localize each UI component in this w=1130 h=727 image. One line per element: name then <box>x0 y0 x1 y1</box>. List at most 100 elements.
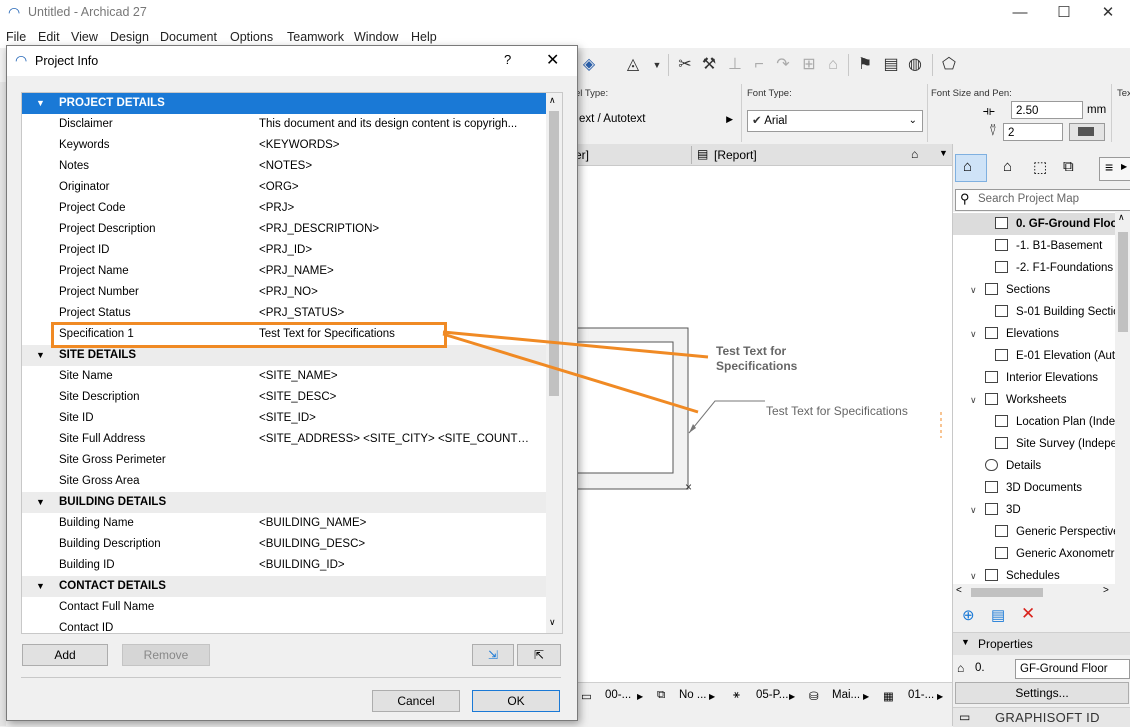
menu-view[interactable]: View <box>71 30 98 44</box>
close-icon[interactable]: ✕ <box>546 50 559 70</box>
status-item[interactable]: 01-... <box>908 689 934 701</box>
info-row[interactable]: Site ID <SITE_ID> <box>22 408 546 429</box>
import-button[interactable]: ⇲ <box>472 644 514 666</box>
info-row[interactable]: Notes <NOTES> <box>22 156 546 177</box>
info-row[interactable]: Project Code <PRJ> <box>22 198 546 219</box>
tree-item-details[interactable]: Details <box>953 455 1130 477</box>
label-plain[interactable]: Test Text for Specifications <box>766 404 908 418</box>
font-type-select[interactable]: ✔ Arial ⌄ <box>747 110 923 132</box>
close-window-button[interactable]: ✕ <box>1088 2 1128 24</box>
house-icon[interactable]: ⌂ <box>824 56 842 74</box>
tab-list-arrow-icon[interactable]: ▼ <box>939 148 948 158</box>
tree-hscrollbar[interactable]: < > <box>953 584 1130 600</box>
chevron-down-icon[interactable]: ∨ <box>970 323 977 345</box>
layer-icon[interactable]: ⬠ <box>940 56 958 74</box>
ok-button[interactable]: OK <box>472 690 560 712</box>
info-row-value[interactable]: <SITE_NAME> <box>259 366 531 387</box>
tree-item-foundations[interactable]: -2. F1-Foundations <box>953 257 1130 279</box>
prop-name-input[interactable]: GF-Ground Floor <box>1015 659 1130 679</box>
help-button[interactable]: ? <box>504 52 511 67</box>
info-row-value[interactable]: <PRJ_ID> <box>259 240 531 261</box>
info-row[interactable]: Building Description <BUILDING_DESC> <box>22 534 546 555</box>
info-row-value[interactable]: <BUILDING_NAME> <box>259 513 531 534</box>
section-header[interactable]: ▼ BUILDING DETAILS <box>22 492 546 513</box>
tree-scroll-thumb[interactable] <box>1118 232 1128 332</box>
info-row[interactable]: Originator <ORG> <box>22 177 546 198</box>
tree-item-site-survey[interactable]: Site Survey (Indeper <box>953 433 1130 455</box>
menu-file[interactable]: File <box>6 30 26 44</box>
status-item[interactable]: No ... <box>679 689 706 701</box>
scroll-down-icon[interactable]: ∨ <box>549 617 556 628</box>
add-button[interactable]: Add <box>22 644 108 666</box>
chevron-down-icon[interactable]: ∨ <box>970 499 977 521</box>
settings-button[interactable]: Settings... <box>955 682 1129 704</box>
info-row-value[interactable]: <PRJ_NAME> <box>259 261 531 282</box>
pen-color-swatch[interactable] <box>1069 123 1105 141</box>
scroll-left-icon[interactable]: < <box>956 585 962 596</box>
navigator-menu-button[interactable]: ≡ ▶ <box>1099 157 1130 181</box>
info-row[interactable]: Project Status <PRJ_STATUS> <box>22 303 546 324</box>
scissors-icon[interactable]: ✂ <box>676 56 694 74</box>
tree-item-s01[interactable]: S-01 Building Sectio <box>953 301 1130 323</box>
menu-help[interactable]: Help <box>411 30 437 44</box>
info-row[interactable]: Site Name <SITE_NAME> <box>22 366 546 387</box>
info-row-value[interactable]: <BUILDING_ID> <box>259 555 531 576</box>
status-item[interactable]: Mai... <box>832 689 860 701</box>
info-row-value[interactable]: <SITE_ADDRESS> <SITE_CITY> <SITE_COUNTY>… <box>259 429 531 450</box>
tree-item-basement[interactable]: -1. B1-Basement <box>953 235 1130 257</box>
menu-window[interactable]: Window <box>354 30 398 44</box>
menu-document[interactable]: Document <box>160 30 217 44</box>
collapse-triangle-icon[interactable]: ▼ <box>36 93 45 114</box>
tree-item-sections[interactable]: ∨ Sections <box>953 279 1130 301</box>
label-type-select[interactable]: ext / Autotext ▶ <box>575 110 737 128</box>
info-row-value[interactable]: <PRJ_STATUS> <box>259 303 531 324</box>
info-row-value[interactable]: This document and its design content is … <box>259 114 531 135</box>
info-row[interactable]: Site Gross Area <box>22 471 546 492</box>
tree-scrollbar[interactable]: ∧ <box>1115 212 1130 588</box>
collapse-triangle-icon[interactable]: ▼ <box>36 492 45 513</box>
info-row[interactable]: Building ID <BUILDING_ID> <box>22 555 546 576</box>
info-row[interactable]: Building Name <BUILDING_NAME> <box>22 513 546 534</box>
status-item[interactable]: 05-P... <box>756 689 788 701</box>
info-row-value[interactable]: <PRJ> <box>259 198 531 219</box>
scroll-right-icon[interactable]: > <box>1103 585 1109 596</box>
delete-icon[interactable]: ✕ <box>1021 604 1035 624</box>
menu-edit[interactable]: Edit <box>38 30 60 44</box>
scroll-up-icon[interactable]: ∧ <box>1118 212 1125 223</box>
info-row[interactable]: Contact Full Name <box>22 597 546 618</box>
document-icon[interactable]: ▤ <box>882 56 900 74</box>
info-row[interactable]: Contact ID <box>22 618 546 633</box>
elevate-icon[interactable]: ⊥ <box>726 56 744 74</box>
list-scrollbar[interactable]: ∧ ∨ <box>546 93 562 633</box>
info-row[interactable]: Project ID <PRJ_ID> <box>22 240 546 261</box>
tree-item-location-plan[interactable]: Location Plan (Inde <box>953 411 1130 433</box>
cancel-button[interactable]: Cancel <box>372 690 460 712</box>
curve-icon[interactable]: ↷ <box>774 56 792 74</box>
maximize-button[interactable]: ☐ <box>1044 2 1084 24</box>
collapse-triangle-icon[interactable]: ▼ <box>36 345 45 366</box>
tools-icon[interactable]: ⚒ <box>700 56 718 74</box>
menu-design[interactable]: Design <box>110 30 149 44</box>
collapse-triangle-icon[interactable]: ▼ <box>36 576 45 597</box>
add-view-icon[interactable]: ⊕ <box>962 606 975 624</box>
tree-item-elevations[interactable]: ∨ Elevations <box>953 323 1130 345</box>
section-header[interactable]: ▼ CONTACT DETAILS <box>22 576 546 597</box>
list-scroll-thumb[interactable] <box>549 111 559 396</box>
info-row-value[interactable]: <SITE_DESC> <box>259 387 531 408</box>
window-icon[interactable]: ▭ <box>959 710 970 724</box>
publisher-icon[interactable]: ⧉ <box>1063 158 1074 175</box>
remove-button[interactable]: Remove <box>122 644 210 666</box>
view-settings-icon[interactable]: ▤ <box>991 606 1005 624</box>
split-icon[interactable]: ⊞ <box>800 56 818 74</box>
h-scroll-thumb[interactable] <box>971 588 1043 597</box>
info-row-value[interactable]: <NOTES> <box>259 156 531 177</box>
tree-item-3d[interactable]: ∨ 3D <box>953 499 1130 521</box>
section-header[interactable]: ▼ SITE DETAILS <box>22 345 546 366</box>
dropdown-arrow-icon[interactable]: ▼ <box>648 56 666 74</box>
tree-item-3d-documents[interactable]: 3D Documents <box>953 477 1130 499</box>
corner-icon[interactable]: ⌐ <box>750 56 768 74</box>
font-size-input[interactable]: 2.50 <box>1011 101 1083 119</box>
tree-item-interior-elevations[interactable]: Interior Elevations <box>953 367 1130 389</box>
drawing-canvas[interactable]: × Test Text for Specifications Test Text… <box>575 166 952 682</box>
project-map-tab[interactable]: ⌂ <box>955 154 987 182</box>
